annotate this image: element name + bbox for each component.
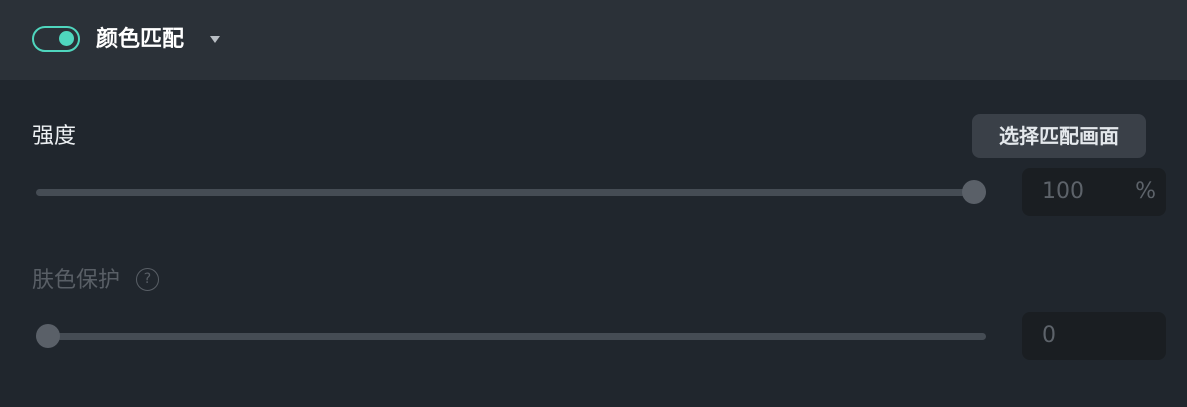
select-match-frame-button[interactable]: 选择匹配画面 [972, 114, 1146, 158]
skin-protect-value: 0 [1042, 323, 1056, 348]
chevron-down-icon[interactable] [210, 36, 220, 43]
strength-value-input[interactable]: 100 % [1022, 168, 1166, 216]
strength-label: 强度 [32, 124, 77, 149]
strength-slider-track[interactable] [36, 188, 986, 196]
question-circle-icon[interactable]: ? [136, 268, 159, 291]
toggle-knob [59, 31, 74, 46]
strength-slider[interactable] [36, 174, 986, 210]
strength-value: 100 [1042, 179, 1084, 204]
enable-toggle[interactable] [32, 26, 80, 52]
skin-protect-value-input[interactable]: 0 [1022, 312, 1166, 360]
skin-protect-slider[interactable] [36, 318, 986, 354]
skin-protect-slider-track[interactable] [36, 332, 986, 340]
panel-header: 颜色匹配 [0, 0, 1187, 80]
skin-protect-slider-thumb[interactable] [36, 324, 60, 348]
percent-unit: % [1135, 179, 1156, 204]
skin-protect-label: 肤色保护 [32, 268, 121, 293]
panel-title: 颜色匹配 [96, 27, 185, 52]
color-match-panel: 颜色匹配 强度 选择匹配画面 100 % 肤色保护 ? 0 [0, 0, 1187, 407]
strength-slider-thumb[interactable] [962, 180, 986, 204]
